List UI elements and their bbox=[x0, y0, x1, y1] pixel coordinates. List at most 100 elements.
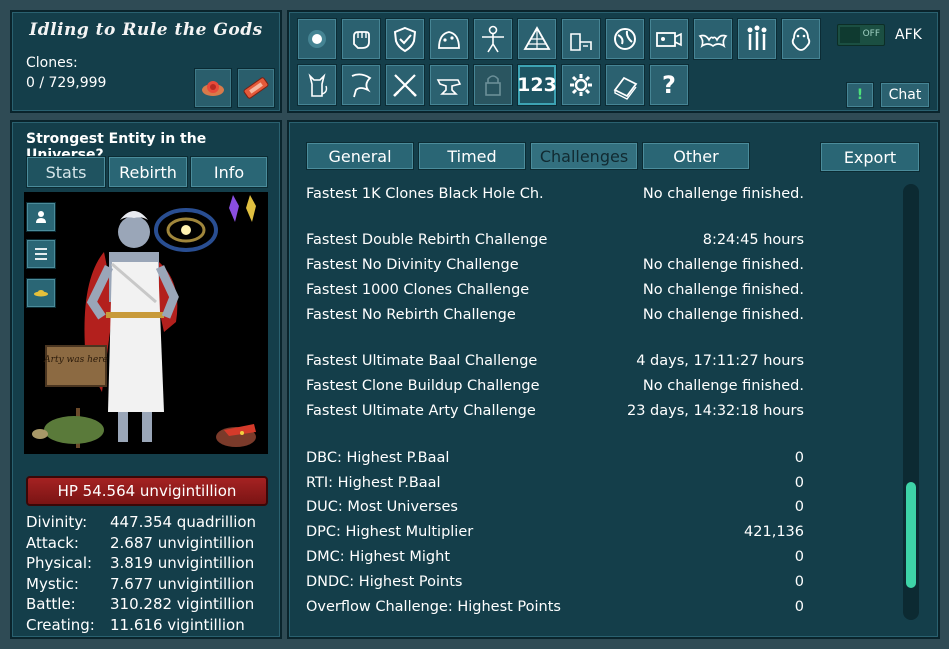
tab-other-label: Other bbox=[673, 146, 719, 166]
challenge-name: DPC: Highest Multiplier bbox=[306, 524, 474, 540]
tab-other[interactable]: Other bbox=[642, 142, 750, 170]
fight-button[interactable] bbox=[341, 18, 381, 60]
clones-label: Clones: bbox=[26, 55, 78, 71]
challenge-name: Fastest 1000 Clones Challenge bbox=[306, 282, 530, 298]
question-icon: ? bbox=[662, 71, 676, 99]
planet-button[interactable] bbox=[561, 18, 601, 60]
challenge-name: Fastest Ultimate Arty Challenge bbox=[306, 403, 536, 419]
human-figure-icon bbox=[482, 25, 504, 53]
stat-key: Mystic: bbox=[26, 574, 79, 593]
challenge-name: Fastest Ultimate Baal Challenge bbox=[306, 353, 538, 369]
light-orb-icon bbox=[308, 30, 326, 48]
challenge-value: 23 days, 14:32:18 hours bbox=[626, 403, 804, 419]
cat-icon bbox=[308, 73, 328, 97]
challenge-name: Overflow Challenge: Highest Points bbox=[306, 599, 561, 615]
help-button[interactable]: ? bbox=[649, 64, 689, 106]
creations-button[interactable] bbox=[517, 18, 557, 60]
gods-button[interactable] bbox=[693, 18, 733, 60]
stat-row-divinity: Divinity: 447.354 quadrillion bbox=[26, 512, 256, 533]
galaxy-icon bbox=[154, 208, 218, 252]
list-item: DMC: Highest Might 0 bbox=[306, 549, 804, 565]
challenge-name: Fastest Clone Buildup Challenge bbox=[306, 378, 540, 394]
stat-value: 2.687 unvigintillion bbox=[110, 533, 255, 552]
challenge-value: 4 days, 17:11:27 hours bbox=[636, 353, 804, 369]
scrollbar-thumb[interactable] bbox=[906, 482, 916, 588]
skills-button[interactable] bbox=[473, 18, 513, 60]
tab-general[interactable]: General bbox=[306, 142, 414, 170]
pet-icon bbox=[791, 27, 811, 51]
statistics-button[interactable]: 123 bbox=[517, 64, 557, 106]
list-item: Fastest Ultimate Baal Challenge 4 days, … bbox=[306, 353, 804, 369]
export-button[interactable]: Export bbox=[820, 142, 920, 172]
tab-rebirth[interactable]: Rebirth bbox=[108, 156, 188, 188]
cloning-button[interactable] bbox=[649, 18, 689, 60]
stat-value: 310.282 vigintillion bbox=[110, 595, 255, 614]
universe-button[interactable] bbox=[605, 18, 645, 60]
list-item: Fastest 1000 Clones Challenge No challen… bbox=[306, 282, 804, 298]
gear-icon bbox=[570, 74, 592, 96]
pantheon-button[interactable] bbox=[737, 18, 777, 60]
locked-button[interactable] bbox=[473, 64, 513, 106]
stat-key: Divinity: bbox=[26, 513, 88, 531]
challenge-value: 0 bbox=[794, 475, 804, 491]
stat-key: Attack: bbox=[26, 533, 79, 552]
stat-row-battle: Battle: 310.282 vigintillion bbox=[26, 594, 256, 615]
challenge-name: RTI: Highest P.Baal bbox=[306, 475, 441, 491]
defense-button[interactable] bbox=[385, 18, 425, 60]
stat-value: 11.616 vigintillion bbox=[110, 615, 245, 634]
cat-button[interactable] bbox=[297, 64, 337, 106]
stat-key: Creating: bbox=[26, 615, 95, 634]
tab-general-label: General bbox=[328, 146, 392, 166]
tab-timed[interactable]: Timed bbox=[418, 142, 526, 170]
challenge-name: DMC: Highest Might bbox=[306, 549, 451, 565]
challenge-value: No challenge finished. bbox=[642, 186, 804, 202]
clones-panel: Idling to Rule the Gods Clones: 0 / 729,… bbox=[10, 10, 282, 113]
crafting-button[interactable] bbox=[429, 64, 469, 106]
alert-button[interactable]: ! bbox=[846, 82, 874, 108]
purple-crystal-icon bbox=[229, 195, 239, 222]
afk-toggle[interactable]: OFF bbox=[837, 24, 885, 46]
list-item: Fastest No Divinity Challenge No challen… bbox=[306, 257, 804, 273]
challenge-value: 0 bbox=[794, 549, 804, 565]
battle-button[interactable] bbox=[385, 64, 425, 106]
number-icon: 123 bbox=[517, 74, 557, 96]
chat-button[interactable]: Chat bbox=[880, 82, 930, 108]
tab-info[interactable]: Info bbox=[190, 156, 268, 188]
pets-button[interactable] bbox=[781, 18, 821, 60]
scrollbar[interactable] bbox=[903, 184, 919, 620]
challenge-name: Fastest No Divinity Challenge bbox=[306, 257, 519, 273]
ufo-icon bbox=[34, 290, 48, 297]
stat-key: Physical: bbox=[26, 554, 93, 573]
monsters-button[interactable] bbox=[429, 18, 469, 60]
tab-stats-label: Stats bbox=[45, 162, 87, 182]
challenge-value: 0 bbox=[794, 499, 804, 515]
planet-icon bbox=[614, 28, 636, 50]
guide-button[interactable] bbox=[605, 64, 645, 106]
list-item: DPC: Highest Multiplier 421,136 bbox=[306, 524, 804, 540]
rose-button[interactable] bbox=[194, 68, 232, 108]
hp-bar: HP 54.564 unvigintillion bbox=[26, 476, 268, 506]
ticket-button[interactable] bbox=[237, 68, 275, 108]
stat-value: 447.354 quadrillion bbox=[110, 513, 257, 531]
challenge-name: DNDC: Highest Points bbox=[306, 574, 463, 590]
list-item: Fastest No Rebirth Challenge No challeng… bbox=[306, 307, 804, 323]
person-icon bbox=[36, 211, 46, 223]
flag-icon bbox=[351, 73, 372, 98]
yellow-crystal-icon bbox=[246, 195, 256, 222]
profile-button[interactable] bbox=[26, 202, 56, 232]
ticket-icon bbox=[243, 77, 269, 99]
menu-icon bbox=[35, 248, 47, 260]
menu-button[interactable] bbox=[26, 239, 56, 269]
stat-row-creating: Creating: 11.616 vigintillion bbox=[26, 615, 256, 636]
stat-row-mystic: Mystic: 7.677 unvigintillion bbox=[26, 574, 256, 595]
stat-value: 7.677 unvigintillion bbox=[110, 574, 255, 593]
list-item: DUC: Most Universes 0 bbox=[306, 499, 804, 515]
light-orb-button[interactable] bbox=[297, 18, 337, 60]
ufo-button[interactable] bbox=[26, 278, 56, 308]
tab-challenges[interactable]: Challenges bbox=[530, 142, 638, 170]
settings-button[interactable] bbox=[561, 64, 601, 106]
tab-challenges-label: Challenges bbox=[539, 146, 629, 166]
challenge-name: DBC: Highest P.Baal bbox=[306, 450, 450, 466]
tab-stats[interactable]: Stats bbox=[26, 156, 106, 188]
divinity-generator-button[interactable] bbox=[341, 64, 381, 106]
